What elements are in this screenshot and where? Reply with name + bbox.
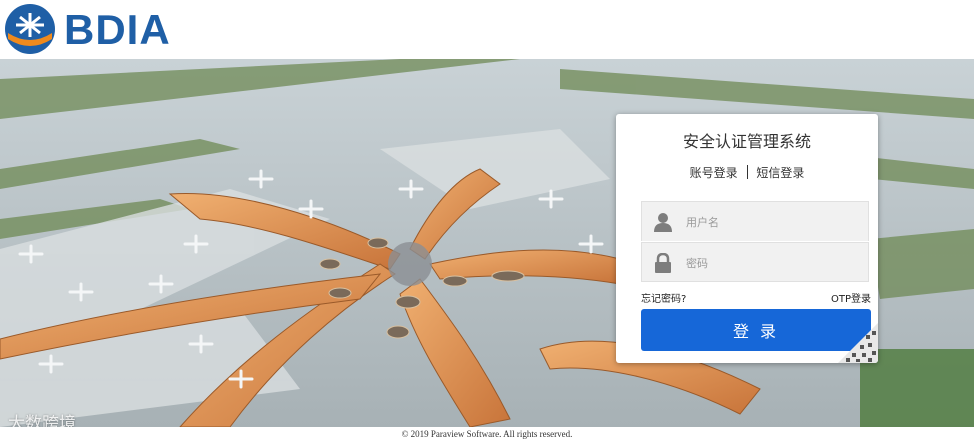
login-links: 忘记密码? OTP登录 — [641, 290, 871, 305]
page-header: BDIA — [0, 0, 974, 59]
tab-account-login[interactable]: 账号登录 — [690, 166, 738, 180]
user-icon — [654, 213, 672, 232]
brand-name: BDIA — [64, 6, 171, 53]
copyright-footer: © 2019 Paraview Software. All rights res… — [0, 427, 974, 441]
username-field — [641, 201, 869, 242]
username-input[interactable] — [684, 202, 868, 242]
tab-separator — [746, 165, 748, 179]
lock-icon — [655, 253, 671, 273]
forgot-password-link[interactable]: 忘记密码? — [641, 290, 686, 305]
login-tabs: 账号登录 短信登录 — [616, 164, 878, 181]
otp-login-link[interactable]: OTP登录 — [831, 290, 871, 305]
tab-sms-login[interactable]: 短信登录 — [756, 166, 804, 180]
login-panel: 安全认证管理系统 账号登录 短信登录 忘记密码? OTP登录 登 录 — [616, 114, 878, 363]
qr-code-icon[interactable] — [838, 323, 878, 363]
bdia-logo-icon — [5, 4, 55, 54]
password-input[interactable] — [684, 243, 868, 283]
password-field — [641, 242, 869, 283]
login-title: 安全认证管理系统 — [682, 132, 811, 151]
login-button[interactable]: 登 录 — [641, 309, 871, 351]
